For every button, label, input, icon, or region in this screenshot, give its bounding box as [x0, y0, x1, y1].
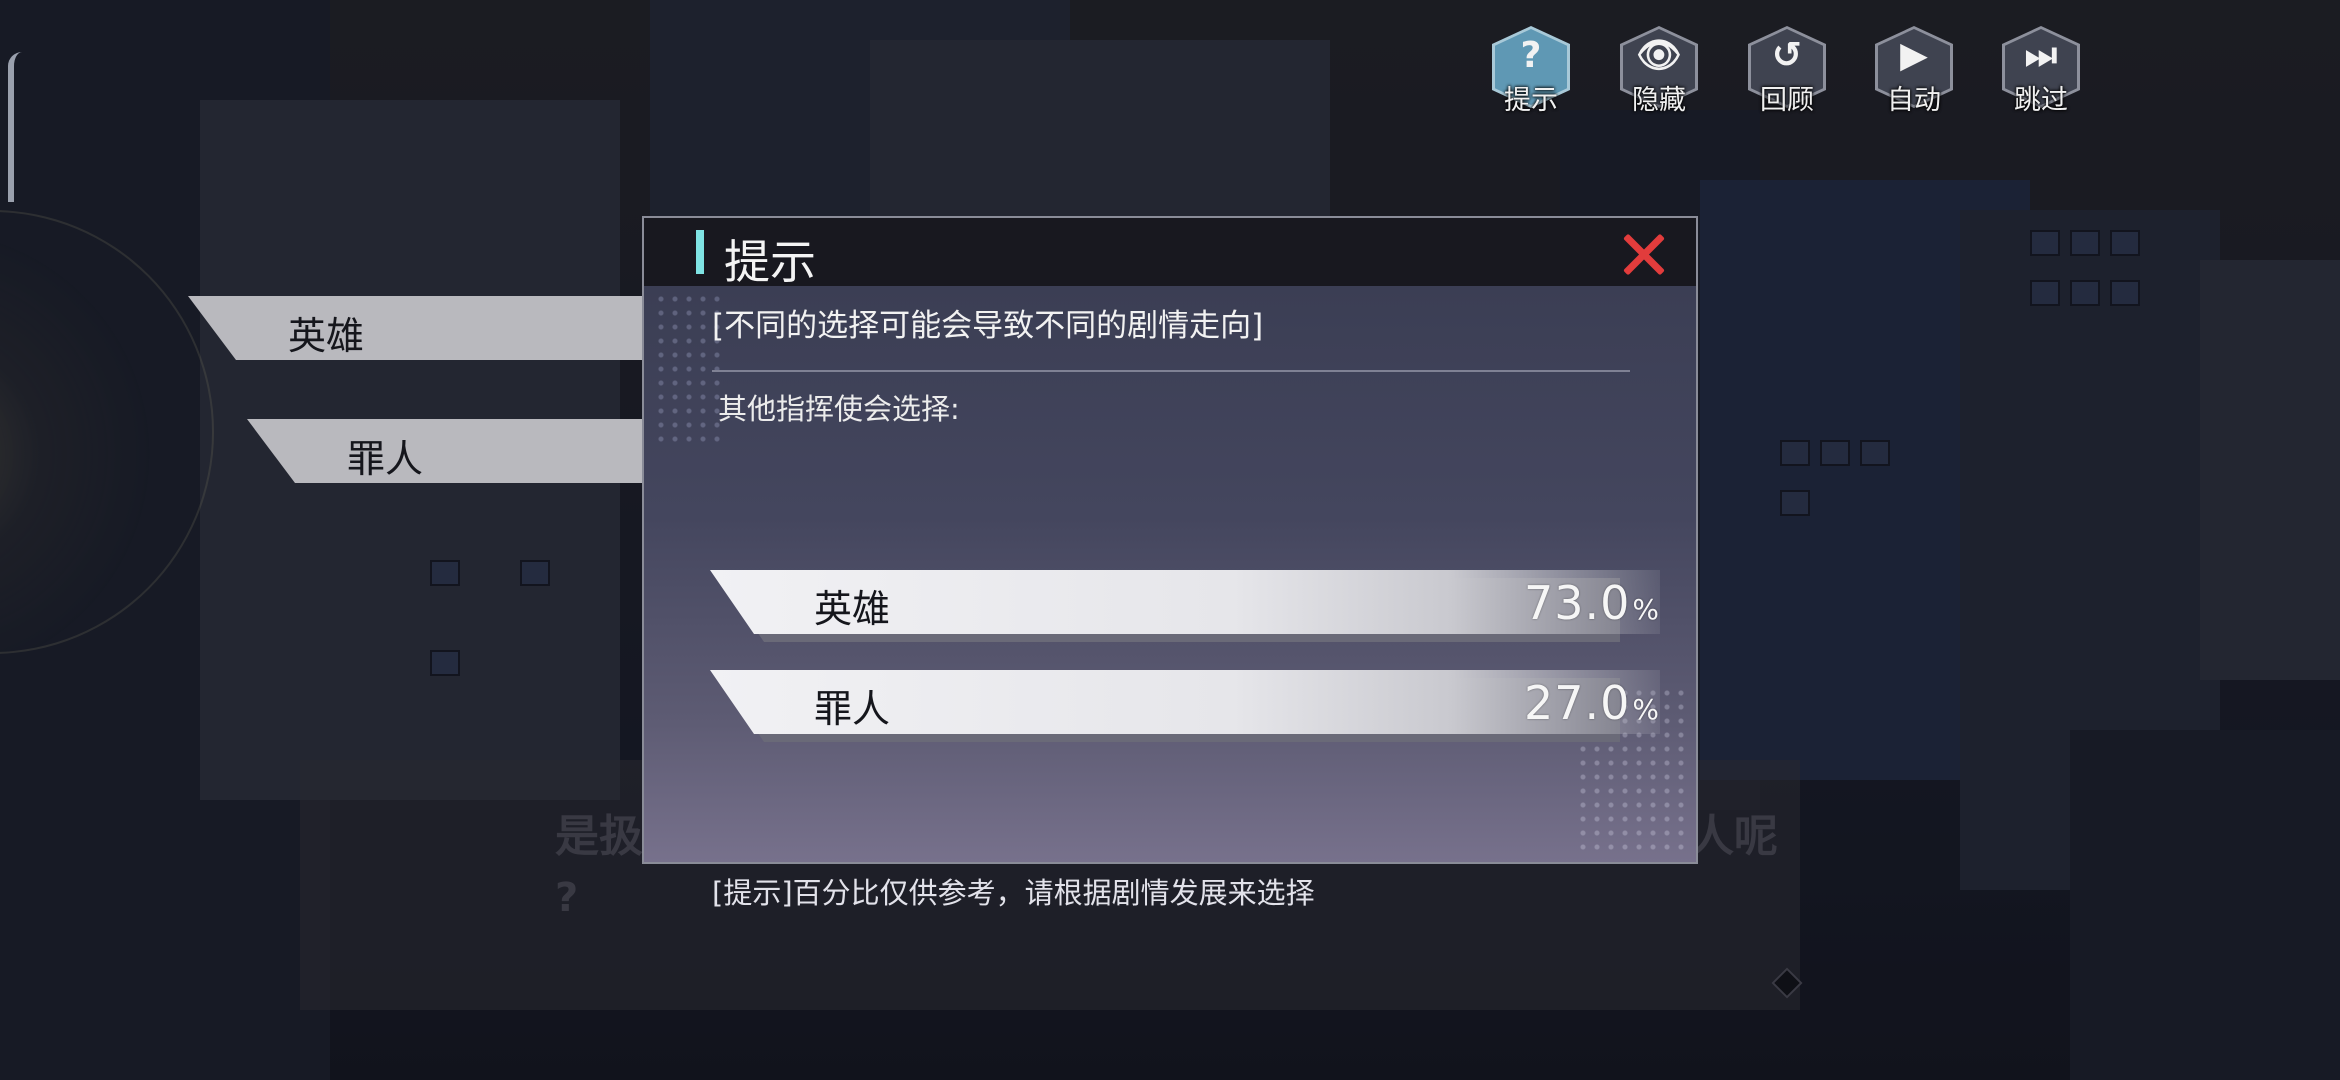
side-drawer-handle[interactable] [8, 52, 28, 202]
hide-button-label: 隐藏 [1632, 85, 1686, 116]
skip-button-label: 跳过 [2014, 85, 2068, 116]
hide-eye-icon: 👁 [1636, 35, 1682, 76]
dialogue-text-start: 是扱 [555, 811, 643, 862]
title-accent-bar [696, 230, 704, 274]
dialogue-text-line2: ? [555, 875, 579, 921]
stat-row-sinner: 罪人 27.0% [710, 670, 1660, 742]
hint-dialog: 提示 [不同的选择可能会导致不同的剧情走向] 其他指挥使会选择: [提示]百分比… [642, 216, 1698, 910]
stat-label: 罪人 [814, 687, 891, 731]
auto-play-icon: ▶ [1900, 35, 1928, 76]
stat-label: 英雄 [814, 587, 891, 631]
choice-warning-text: [不同的选择可能会导致不同的剧情走向] [712, 308, 1264, 344]
history-clock-icon: ↺ [1771, 35, 1803, 76]
close-icon[interactable] [1622, 232, 1666, 276]
choice-label: 英雄 [288, 314, 365, 358]
auto-button[interactable]: ▶ 自动 [1875, 26, 1953, 116]
hint-button-label: 提示 [1504, 85, 1558, 116]
choice-label: 罪人 [347, 437, 424, 481]
auto-button-label: 自动 [1887, 85, 1941, 116]
hint-button[interactable]: ? 提示 [1492, 26, 1570, 116]
others-choice-label: 其他指挥使会选择: [718, 392, 960, 426]
hint-question-icon: ? [1520, 35, 1542, 76]
history-button-label: 回顾 [1760, 85, 1814, 116]
skip-button[interactable]: ⏭ 跳过 [2002, 26, 2080, 116]
stat-percentage: 73.0% [1523, 576, 1660, 630]
stat-percentage: 27.0% [1523, 676, 1660, 730]
dialogue-text-end: 人呢 [1690, 811, 1778, 862]
choice-option-sinner[interactable]: 罪人 [247, 419, 647, 483]
dialog-title: 提示 [724, 235, 816, 289]
dialog-header: 提示 [644, 218, 1696, 289]
divider [712, 370, 1630, 372]
history-button[interactable]: ↺ 回顾 [1748, 26, 1826, 116]
skip-forward-icon: ⏭ [2024, 35, 2058, 76]
choice-option-hero[interactable]: 英雄 [188, 296, 648, 360]
hint-note: [提示]百分比仅供参考，请根据剧情发展来选择 [712, 876, 1315, 910]
hide-button[interactable]: 👁 隐藏 [1620, 26, 1698, 116]
stat-row-hero: 英雄 73.0% [710, 570, 1660, 642]
